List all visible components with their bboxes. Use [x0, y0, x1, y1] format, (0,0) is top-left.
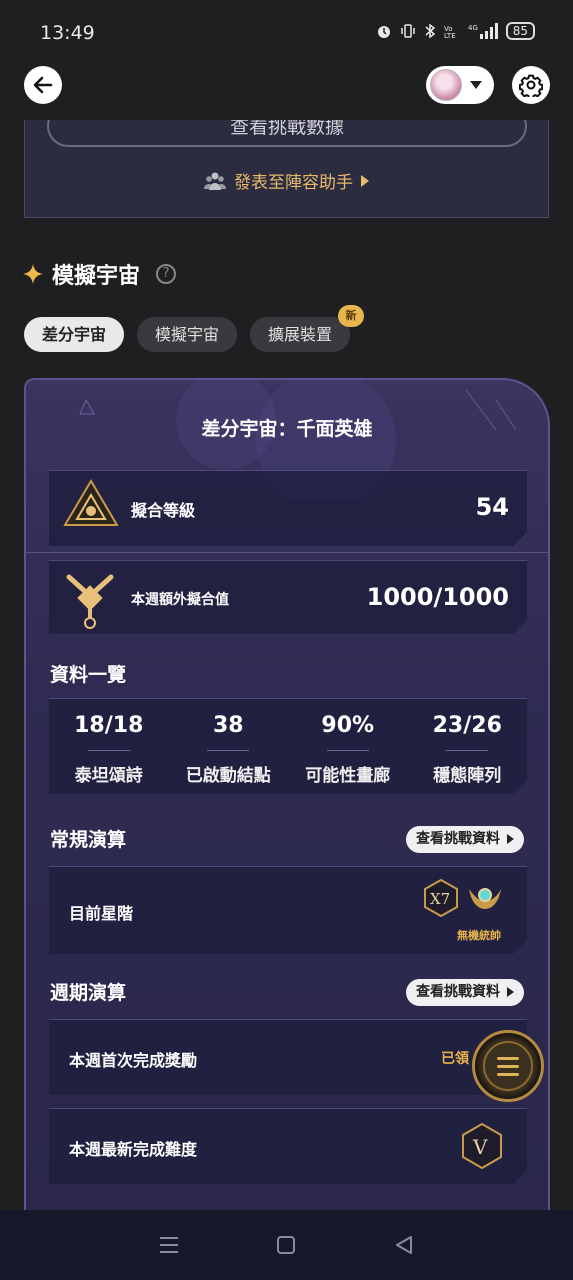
avatar: [430, 69, 462, 101]
divider: [26, 552, 548, 553]
regular-title: 常規演算: [50, 829, 127, 851]
help-icon[interactable]: ?: [156, 264, 177, 284]
latest-difficulty-row: 本週最新完成難度 V: [49, 1108, 527, 1184]
recent-apps-button[interactable]: [155, 1231, 183, 1259]
overview-title: 資料一覽: [50, 664, 127, 686]
stat-nodes: 38 已啟動結點: [169, 699, 289, 794]
stat-divider: [327, 750, 369, 751]
status-icons: Vo LTE 4G 85: [376, 22, 535, 40]
stat-label: 穩態陣列: [433, 766, 502, 786]
weekly-extra-label: 本週額外擬合值: [131, 592, 229, 608]
screen: 13:49 Vo LTE 4G 85 查看挑戰數據 發表至陣容助手 模擬宇宙 ?…: [0, 0, 573, 1280]
fit-level-row: 擬合等級 54: [49, 470, 527, 546]
stat-value: 38: [212, 713, 244, 738]
bluetooth-icon: [425, 23, 435, 39]
stat-array: 23/26 穩態陣列: [408, 699, 528, 794]
overview-stats: 18/18 泰坦頌詩 38 已啟動結點 90% 可能性畫廊 23/26 穩態陣列: [49, 698, 527, 794]
account-switcher[interactable]: [426, 66, 494, 104]
menu-lines-icon: [159, 1237, 178, 1253]
first-clear-label: 本週首次完成獎勵: [69, 1051, 198, 1070]
vibrate-icon: [400, 24, 415, 38]
rank-emblem-icon: [467, 881, 503, 915]
view-weekly-data-button[interactable]: 查看挑戰資料: [406, 979, 524, 1006]
difficulty-hexagon-icon: V: [461, 1123, 503, 1169]
stat-label: 泰坦頌詩: [74, 766, 143, 786]
stat-divider: [88, 750, 130, 751]
section-title: 模擬宇宙: [52, 264, 141, 289]
gear-icon: [519, 74, 543, 97]
card-title: 差分宇宙：千面英雄: [201, 418, 373, 440]
tab-extension-device-label: 擴展裝置: [268, 325, 333, 344]
stat-label: 已啟動結點: [185, 766, 271, 786]
stat-divider: [446, 750, 488, 751]
stat-value: 18/18: [74, 713, 144, 738]
rank-title: 無機統帥: [457, 929, 501, 942]
volte-icon: VoLTE: [444, 25, 456, 39]
weekly-extra-row: 本週額外擬合值 1000/1000: [49, 560, 527, 634]
back-nav-button[interactable]: [390, 1231, 418, 1259]
home-button[interactable]: [272, 1231, 300, 1259]
universe-card: 差分宇宙：千面英雄 擬合等級 54 本週額外擬合值 1000/1000 資料一覽…: [24, 378, 550, 1218]
system-nav-bar: [0, 1210, 573, 1280]
stat-divider: [207, 750, 249, 751]
chevron-right-icon: [361, 174, 369, 187]
rank-badge-text: X7: [430, 890, 450, 908]
mode-tabs: 差分宇宙 模擬宇宙 擴展裝置 新: [24, 305, 365, 352]
publish-lineup-link[interactable]: 發表至陣容助手: [25, 168, 548, 193]
weekly-emblem-icon: [59, 569, 121, 629]
svg-text:4G: 4G: [468, 24, 478, 32]
stat-value: 23/26: [432, 713, 502, 738]
square-icon: [277, 1236, 296, 1254]
section-header: 模擬宇宙 ?: [22, 258, 177, 290]
new-badge: 新: [338, 305, 365, 327]
weekly-extra-value: 1000/1000: [366, 583, 509, 611]
status-time: 13:49: [40, 22, 95, 44]
menu-icon: [483, 1041, 533, 1091]
status-bar: 13:49 Vo LTE 4G 85: [0, 0, 573, 64]
tab-extension-device[interactable]: 擴展裝置 新: [250, 305, 365, 352]
first-clear-row: 本週首次完成獎勵 已領: [49, 1019, 527, 1095]
alarm-icon: [377, 26, 390, 38]
rank-hexagon-icon: X7: [423, 879, 459, 917]
current-rank-label: 目前星階: [69, 904, 134, 923]
tab-divergent-universe[interactable]: 差分宇宙: [24, 317, 125, 352]
view-regular-data-button[interactable]: 查看挑戰資料: [406, 826, 524, 853]
latest-difficulty-label: 本週最新完成難度: [69, 1140, 198, 1159]
stat-label: 可能性畫廊: [305, 766, 391, 786]
svg-text:LTE: LTE: [444, 32, 456, 39]
settings-button[interactable]: [512, 66, 550, 104]
battery-indicator: 85: [505, 22, 535, 40]
arrow-left-icon: [33, 76, 53, 94]
sparkle-icon: [23, 264, 43, 284]
fit-level-value: 54: [475, 493, 509, 521]
stat-gallery: 90% 可能性畫廊: [288, 699, 408, 794]
floating-menu-button[interactable]: [472, 1030, 544, 1102]
current-rank-row: 目前星階 X7 無機統帥: [49, 866, 527, 954]
difficulty-value: V: [472, 1135, 488, 1159]
stat-titan-odes: 18/18 泰坦頌詩: [49, 699, 169, 794]
first-clear-status: 已領: [441, 1051, 469, 1067]
stat-value: 90%: [321, 713, 375, 738]
signal-icon: 4G: [468, 23, 498, 39]
publish-lineup-label: 發表至陣容助手: [234, 173, 353, 193]
app-header: [0, 64, 573, 120]
fit-level-label: 擬合等級: [131, 501, 196, 520]
back-button[interactable]: [24, 66, 62, 104]
tab-simulated-universe[interactable]: 模擬宇宙: [137, 317, 238, 352]
level-emblem-icon: [63, 479, 119, 539]
triangle-back-icon: [396, 1236, 413, 1254]
caret-down-icon: [470, 81, 482, 89]
weekly-title: 週期演算: [50, 982, 127, 1004]
people-icon: [204, 172, 226, 190]
